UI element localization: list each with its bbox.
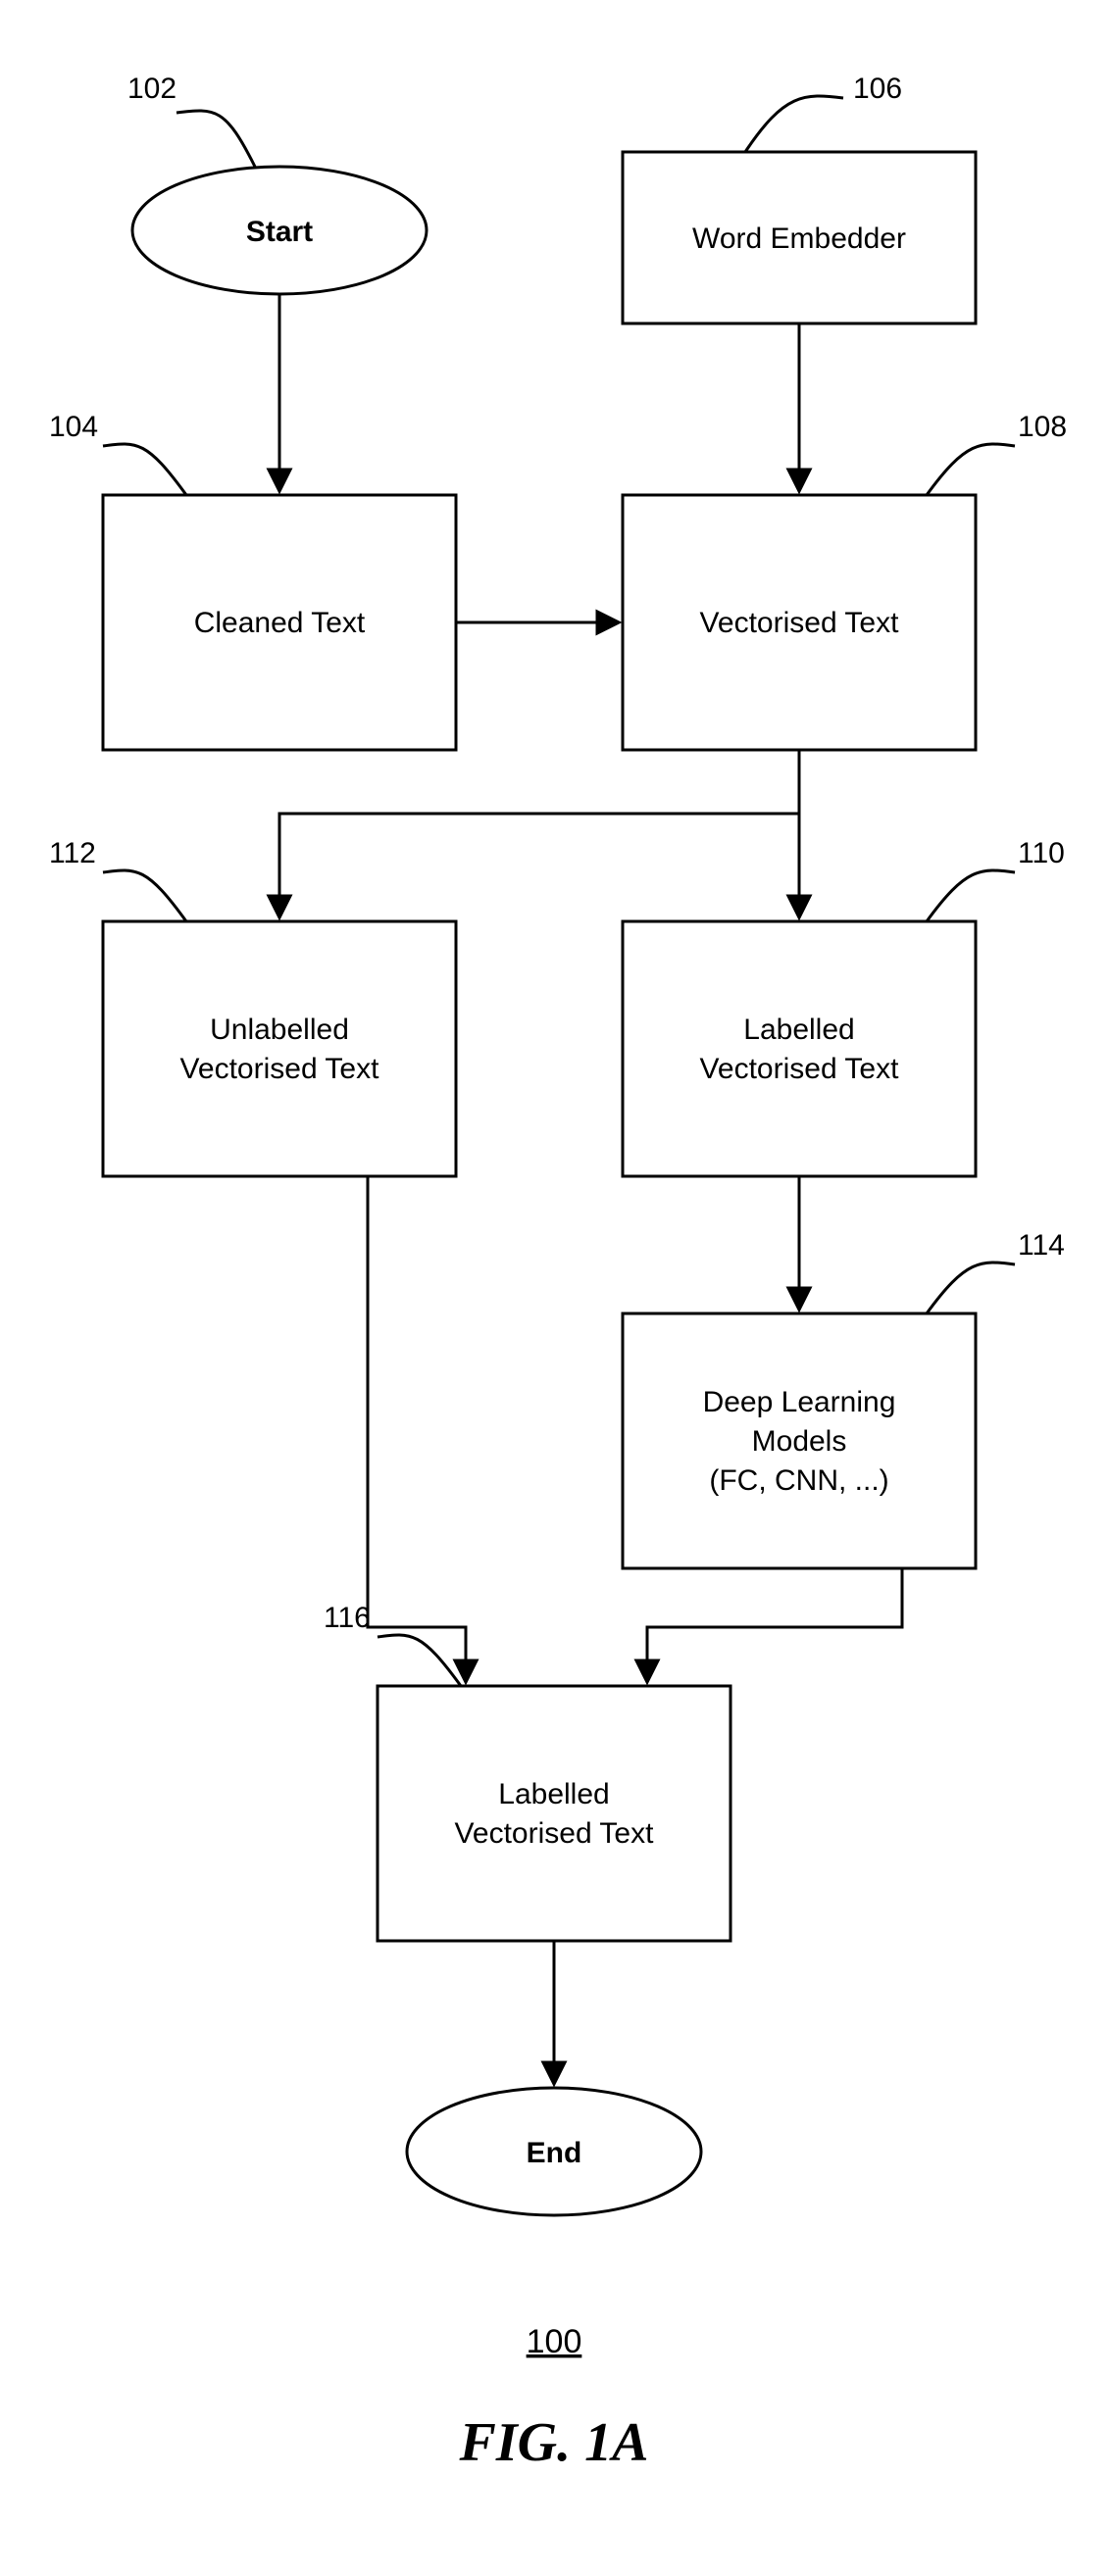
node-unlabelled: Unlabelled Vectorised Text	[103, 921, 456, 1176]
node-labelled-l2: Vectorised Text	[700, 1053, 900, 1085]
node-out-l2: Vectorised Text	[455, 1817, 655, 1850]
node-models-l3: (FC, CNN, ...)	[709, 1464, 888, 1497]
node-vectorised-label: Vectorised Text	[700, 607, 900, 639]
ref-106: 106	[853, 73, 902, 105]
node-end: End	[407, 2088, 701, 2215]
flowchart-svg: 102 106 104 108 112 110 114 116 Start Wo…	[0, 0, 1109, 2576]
node-models-l1: Deep Learning	[703, 1386, 896, 1418]
node-labelled-l1: Labelled	[743, 1014, 854, 1046]
node-output-labelled: Labelled Vectorised Text	[378, 1686, 731, 1941]
node-cleaned-text: Cleaned Text	[103, 495, 456, 750]
node-word-embedder: Word Embedder	[623, 152, 976, 323]
node-out-l1: Labelled	[498, 1778, 609, 1810]
node-cleaned-label: Cleaned Text	[194, 607, 366, 639]
arrow-models-to-output	[647, 1568, 902, 1681]
node-vectorised-text: Vectorised Text	[623, 495, 976, 750]
ref-104: 104	[49, 411, 98, 443]
arrow-unlabelled-to-output	[368, 1176, 466, 1681]
node-labelled: Labelled Vectorised Text	[623, 921, 976, 1176]
ref-108: 108	[1018, 411, 1067, 443]
node-end-label: End	[527, 2137, 582, 2169]
node-unlabelled-l1: Unlabelled	[210, 1014, 349, 1046]
ref-112: 112	[49, 837, 96, 869]
node-start: Start	[132, 167, 427, 294]
node-unlabelled-l2: Vectorised Text	[180, 1053, 380, 1085]
node-models-l2: Models	[752, 1425, 847, 1458]
ref-116: 116	[324, 1602, 371, 1634]
node-deep-learning: Deep Learning Models (FC, CNN, ...)	[623, 1313, 976, 1568]
ref-114: 114	[1018, 1229, 1065, 1262]
ref-102: 102	[127, 73, 176, 105]
figure-label: FIG. 1A	[459, 2412, 649, 2473]
node-start-label: Start	[246, 216, 313, 248]
node-embedder-label: Word Embedder	[692, 223, 906, 255]
diagram-page: 102 106 104 108 112 110 114 116 Start Wo…	[0, 0, 1109, 2576]
arrow-vectorised-to-unlabelled	[279, 814, 799, 916]
figure-number: 100	[527, 2323, 582, 2360]
ref-110: 110	[1018, 837, 1065, 869]
